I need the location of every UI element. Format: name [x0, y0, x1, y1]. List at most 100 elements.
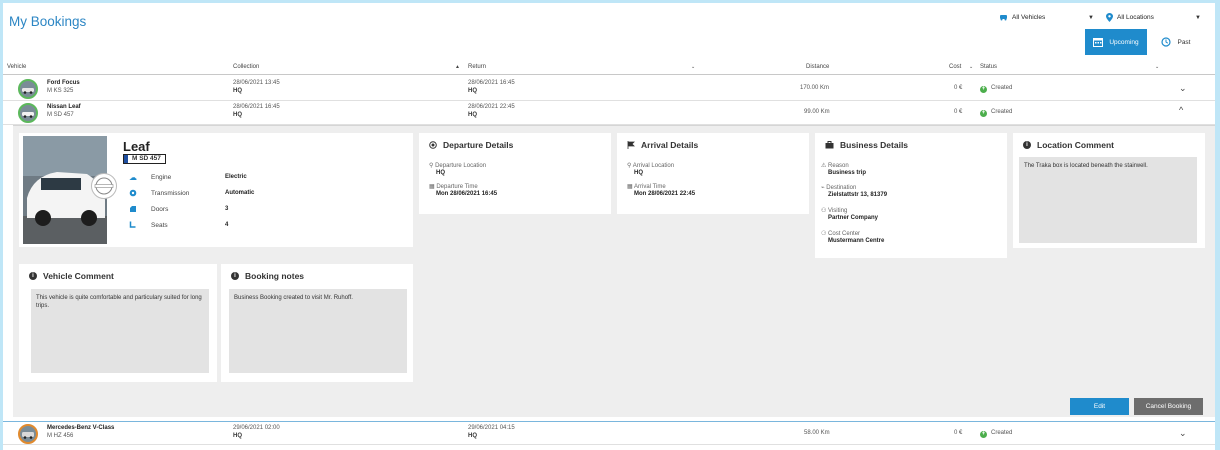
- departure-location-label: ⚲ Departure Location: [429, 162, 486, 169]
- vehicle-filter-select[interactable]: All Vehicles: [999, 13, 1045, 21]
- departure-details-card: Departure Details ⚲ Departure Location H…: [419, 133, 611, 214]
- collection-location: HQ: [233, 433, 242, 439]
- reason-label: ⚠ Reason: [821, 162, 849, 169]
- car-icon: [1000, 15, 1007, 21]
- destination-label-text: Destination: [826, 185, 857, 191]
- departure-location-label-text: Departure Location: [435, 163, 487, 169]
- status-badge: + Created: [980, 85, 1012, 93]
- header-collection[interactable]: Collection: [233, 64, 259, 70]
- vehicle-avatar: [18, 424, 38, 444]
- target-icon: [429, 141, 437, 149]
- chevron-down-icon[interactable]: ▼: [1088, 15, 1094, 21]
- departure-time-label-text: Departure Time: [436, 184, 478, 190]
- bookings-page: My Bookings All Vehicles ▼ All Locations…: [3, 3, 1215, 450]
- edit-button[interactable]: Edit: [1070, 398, 1129, 415]
- history-icon: [1161, 37, 1172, 47]
- booking-notes-title-text: Booking notes: [245, 271, 305, 281]
- sort-asc-icon[interactable]: ▲: [455, 64, 460, 70]
- spec-doors-label: Doors: [151, 206, 169, 213]
- tab-upcoming[interactable]: Upcoming: [1085, 29, 1147, 55]
- booking-notes-text: Business Booking created to visit Mr. Ru…: [229, 289, 407, 373]
- info-icon: i: [1023, 141, 1031, 149]
- distance-value: 99.00 Km: [804, 109, 830, 115]
- page-title: My Bookings: [9, 14, 87, 29]
- cost-value: 0 €: [954, 430, 963, 436]
- arrival-location-label-text: Arrival Location: [632, 163, 675, 169]
- collection-location: HQ: [233, 112, 242, 118]
- vehicle-comment-title-text: Vehicle Comment: [43, 271, 114, 281]
- chevron-down-icon[interactable]: ⌄: [1179, 428, 1187, 439]
- departure-title: Departure Details: [429, 140, 513, 150]
- vehicle-name: Ford Focus: [47, 80, 80, 86]
- vehicle-filter-label: All Vehicles: [1012, 13, 1046, 21]
- plus-icon: +: [980, 431, 987, 438]
- calendar-icon: [1093, 38, 1104, 47]
- header-cost[interactable]: Cost: [949, 64, 961, 70]
- distance-value: 170.00 Km: [800, 85, 830, 91]
- table-row[interactable]: Nissan Leaf M SD 457 28/06/2021 16:45 HQ…: [3, 101, 1215, 125]
- vehicle-name: Nissan Leaf: [47, 104, 81, 110]
- spec-engine-value: Electric: [225, 174, 247, 180]
- arrival-time-label: ▦ Arrival Time: [627, 183, 666, 190]
- vehicle-avatar: [18, 103, 38, 123]
- status-badge: + Created: [980, 109, 1012, 117]
- vehicle-plate: M HZ 456: [47, 433, 74, 439]
- arrival-time-value: Mon 28/06/2021 22:45: [634, 191, 696, 197]
- visiting-label-text: Visiting: [828, 208, 848, 214]
- vehicle-avatar: [18, 79, 38, 99]
- departure-time-value: Mon 28/06/2021 16:45: [436, 191, 498, 197]
- return-date: 28/06/2021 22:45: [468, 104, 515, 110]
- header-vehicle[interactable]: Vehicle: [7, 64, 26, 70]
- distance-value: 58.00 Km: [804, 430, 830, 436]
- chevron-down-icon[interactable]: ⌄: [1179, 83, 1187, 94]
- info-icon: i: [231, 272, 239, 280]
- spec-seats-value: 4: [225, 222, 229, 228]
- spec-transmission-label: Transmission: [151, 190, 190, 197]
- chevron-up-icon[interactable]: ^: [1179, 105, 1183, 115]
- tab-past[interactable]: Past: [1149, 29, 1203, 55]
- cost-value: 0 €: [954, 109, 963, 115]
- booking-notes-title: i Booking notes: [231, 271, 304, 281]
- status-badge: + Created: [980, 430, 1012, 438]
- arrival-time-label-text: Arrival Time: [634, 184, 666, 190]
- vehicle-plate: M SD 457: [47, 112, 74, 118]
- plus-icon: +: [980, 86, 987, 93]
- chevron-down-icon[interactable]: ▼: [1195, 15, 1201, 21]
- vehicle-comment-title: i Vehicle Comment: [29, 271, 114, 281]
- spec-doors-value: 3: [225, 206, 229, 212]
- collection-date: 29/06/2021 02:00: [233, 425, 280, 431]
- visiting-label: ⚇ Visiting: [821, 207, 847, 214]
- vehicle-comment-card: i Vehicle Comment This vehicle is quite c…: [19, 264, 217, 382]
- vehicle-plate: M KS 325: [47, 88, 74, 94]
- table-header: Vehicle Collection ▲ Return ⌄ Distance C…: [3, 61, 1215, 75]
- header-status[interactable]: Status: [980, 64, 997, 70]
- spec-transmission-value: Automatic: [225, 190, 255, 196]
- status-label: Created: [991, 85, 1013, 91]
- collection-location: HQ: [233, 88, 242, 94]
- cost-center-value: Mustermann Centre: [828, 238, 885, 244]
- departure-time-label: ▦ Departure Time: [429, 183, 478, 190]
- location-comment-title-text: Location Comment: [1037, 140, 1114, 150]
- business-title: Business Details: [825, 140, 908, 150]
- briefcase-icon: [825, 141, 834, 149]
- plate-text: M SD 457: [132, 155, 161, 162]
- header-distance[interactable]: Distance: [806, 64, 829, 70]
- vehicle-model: Leaf: [123, 139, 150, 154]
- seat-icon: [129, 221, 137, 231]
- table-row[interactable]: Ford Focus M KS 325 28/06/2021 13:45 HQ …: [3, 77, 1215, 101]
- sort-icon[interactable]: ⌄: [691, 64, 695, 70]
- header-return[interactable]: Return: [468, 64, 486, 70]
- sort-icon[interactable]: ⌄: [1155, 64, 1159, 70]
- collection-date: 28/06/2021 16:45: [233, 104, 280, 110]
- flag-icon: [627, 141, 635, 149]
- cancel-booking-button[interactable]: Cancel Booking: [1134, 398, 1203, 415]
- calendar-icon: ▦: [627, 184, 635, 190]
- arrival-location-value: HQ: [634, 170, 643, 176]
- table-row[interactable]: Mercedes-Benz V-Class M HZ 456 29/06/202…: [3, 421, 1215, 445]
- sort-icon[interactable]: ⌄: [969, 64, 973, 70]
- engine-icon: ☁: [129, 173, 137, 182]
- cost-center-label-text: Cost Center: [828, 231, 861, 237]
- location-filter-select[interactable]: All Locations: [1106, 13, 1154, 22]
- vehicle-card: Leaf M SD 457 ☁ Engine Electric Transmis…: [19, 133, 413, 247]
- door-icon: [129, 205, 137, 215]
